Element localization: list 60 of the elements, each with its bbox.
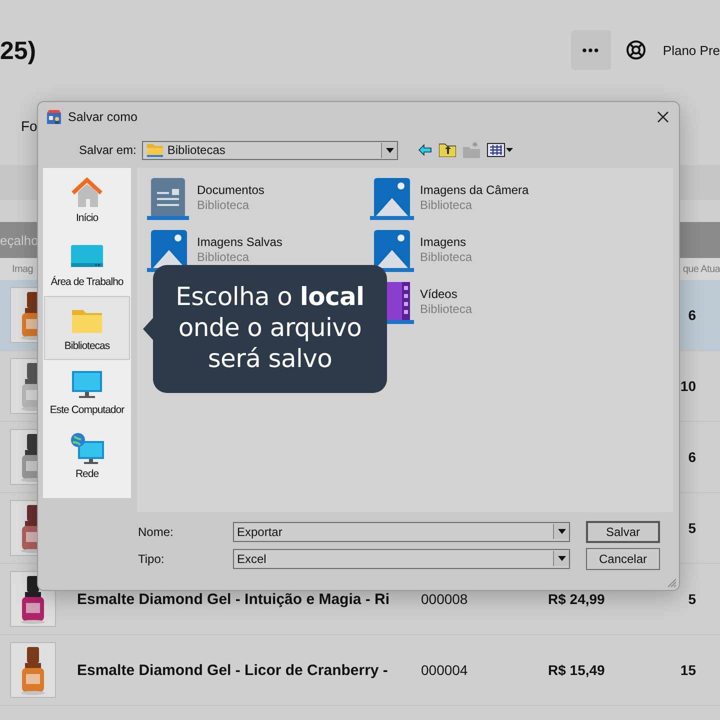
place-item[interactable]: Início (44, 168, 130, 232)
stock-count: 6 (688, 449, 696, 465)
stock-count: 15 (680, 662, 696, 678)
filter-label: Fo (21, 118, 38, 134)
stock-count: 10 (680, 378, 696, 394)
stock-count: 6 (688, 307, 696, 323)
library-type: Biblioteca (420, 250, 472, 265)
place-item[interactable]: Bibliotecas (44, 296, 130, 360)
file-type-dropdown[interactable]: Excel (233, 548, 570, 568)
view-menu-icon[interactable] (487, 143, 514, 157)
back-arrow-icon[interactable] (418, 144, 432, 156)
place-item[interactable]: Este Computador (44, 360, 130, 424)
save-in-label: Salvar em: (79, 143, 136, 157)
library-type: Biblioteca (420, 198, 474, 213)
product-name: Esmalte Diamond Gel - Licor de Cranberry - (77, 662, 388, 678)
product-code: 000008 (421, 591, 468, 607)
help-icon[interactable] (624, 39, 647, 61)
plan-link[interactable]: Plano Pre (662, 42, 720, 58)
library-name[interactable]: Vídeos (420, 287, 472, 302)
library-name[interactable]: Imagens Salvas (197, 235, 282, 250)
cancel-button[interactable]: Cancelar (586, 548, 660, 570)
network-icon (69, 431, 105, 465)
tooltip: Escolha o local onde o arquivo será salvo (153, 265, 387, 393)
product-price: R$ 24,99 (548, 591, 605, 607)
library-name[interactable]: Imagens (420, 235, 472, 250)
product-price: R$ 15,49 (548, 662, 605, 678)
place-item[interactable]: Área de Trabalho (44, 232, 130, 296)
file-name-field[interactable]: Exportar (233, 522, 570, 542)
library-name[interactable]: Documentos (197, 183, 264, 198)
stock-count: 5 (688, 591, 696, 607)
save-button[interactable]: Salvar (586, 520, 660, 542)
column-header: que Atua (682, 264, 720, 274)
type-label: Tipo: (138, 552, 166, 566)
image-icon[interactable] (368, 176, 414, 220)
document-icon[interactable] (145, 176, 191, 220)
tooltip-pointer-icon (143, 318, 153, 340)
section-header: eçalho (0, 232, 38, 248)
library-name[interactable]: Imagens da Câmera (420, 183, 529, 198)
place-item[interactable]: Rede (44, 424, 130, 488)
location-dropdown[interactable]: Bibliotecas (142, 140, 398, 160)
stock-count: 5 (688, 520, 696, 536)
caret-icon[interactable] (553, 551, 569, 566)
caret-icon[interactable] (381, 142, 398, 158)
up-folder-icon[interactable] (439, 143, 456, 157)
product-code: 000004 (421, 662, 468, 678)
home-icon (69, 175, 105, 209)
product-name: Esmalte Diamond Gel - Intuição e Magia - Ri (77, 590, 390, 608)
close-button[interactable] (657, 111, 669, 123)
column-header: Imag (12, 264, 34, 274)
dialog-title: Salvar como (68, 110, 138, 124)
name-label: Nome: (138, 524, 174, 538)
app-icon (46, 109, 62, 125)
library-type: Biblioteca (197, 250, 250, 265)
resize-grip-icon[interactable] (667, 578, 677, 588)
page-title: 25) (0, 36, 36, 66)
caret-icon[interactable] (553, 524, 569, 539)
library-type: Biblioteca (420, 302, 472, 317)
folder-icon (147, 143, 164, 157)
more-button[interactable]: ••• (570, 30, 611, 70)
library-type: Biblioteca (197, 198, 250, 213)
